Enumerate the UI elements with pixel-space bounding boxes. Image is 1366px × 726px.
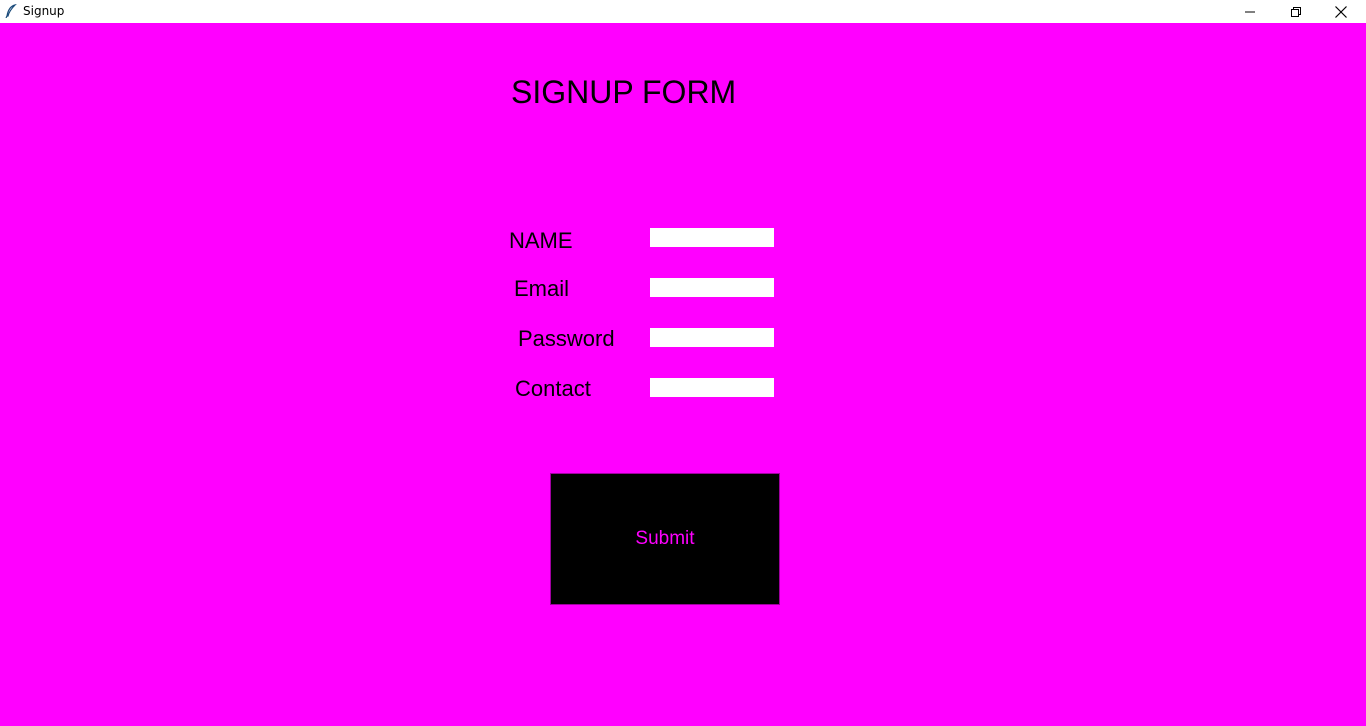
password-label: Password [518, 326, 615, 351]
restore-button[interactable] [1273, 0, 1319, 23]
name-label: NAME [509, 228, 573, 253]
close-button[interactable] [1318, 0, 1364, 23]
close-icon [1335, 5, 1347, 18]
form-title: SIGNUP FORM [511, 74, 737, 110]
minimize-icon [1245, 7, 1255, 17]
name-input[interactable] [650, 228, 774, 247]
submit-button[interactable]: Submit [550, 473, 780, 605]
feather-icon [5, 3, 17, 19]
title-bar: Signup [0, 0, 1366, 23]
password-input[interactable] [650, 328, 774, 347]
email-input[interactable] [650, 278, 774, 297]
signup-window: Signup SIGNUP FORM NAME Email Password C… [0, 0, 1366, 726]
contact-input[interactable] [650, 378, 774, 397]
restore-icon [1291, 6, 1301, 17]
contact-label: Contact [515, 376, 591, 401]
window-title: Signup [23, 4, 65, 18]
minimize-button[interactable] [1227, 0, 1273, 23]
email-label: Email [514, 276, 570, 301]
